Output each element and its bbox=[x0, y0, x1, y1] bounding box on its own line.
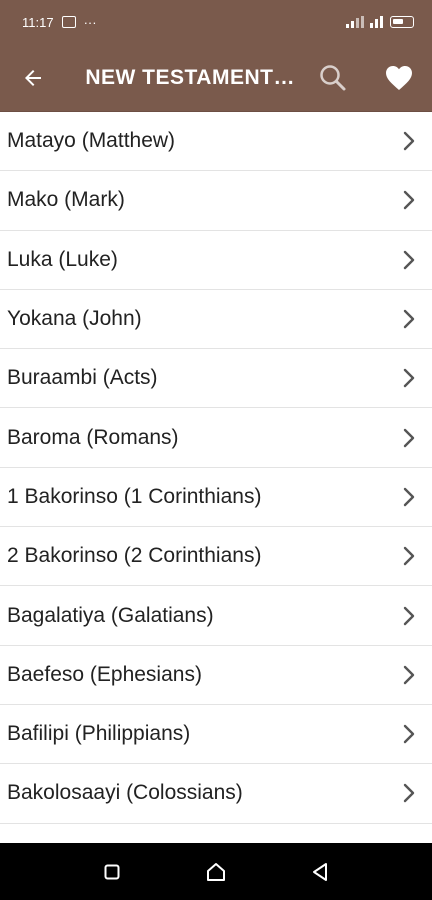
book-row-2-corinthians[interactable]: 2 Bakorinso (2 Corinthians) bbox=[0, 527, 432, 587]
app-bar: NEW TESTAMENT BOOKS bbox=[0, 44, 432, 111]
chevron-right-icon bbox=[398, 605, 420, 627]
book-row-colossians[interactable]: Bakolosaayi (Colossians) bbox=[0, 764, 432, 824]
status-right bbox=[346, 16, 414, 28]
home-icon bbox=[207, 862, 225, 881]
chevron-right-icon bbox=[398, 427, 420, 449]
favorites-button[interactable] bbox=[366, 44, 432, 111]
system-nav-bar bbox=[0, 843, 432, 900]
chevron-right-icon bbox=[398, 130, 420, 152]
book-row-philippians[interactable]: Bafilipi (Philippians) bbox=[0, 705, 432, 765]
signal-icon bbox=[346, 16, 364, 28]
wifi-signal-icon bbox=[370, 16, 383, 28]
status-time: 11:17 bbox=[22, 14, 54, 30]
book-row-acts[interactable]: Buraambi (Acts) bbox=[0, 349, 432, 409]
book-label: Baefeso (Ephesians) bbox=[7, 662, 202, 686]
book-label: Buraambi (Acts) bbox=[7, 366, 158, 390]
book-row-luke[interactable]: Luka (Luke) bbox=[0, 231, 432, 290]
chevron-right-icon bbox=[398, 545, 420, 567]
book-row-ephesians[interactable]: Baefeso (Ephesians) bbox=[0, 646, 432, 705]
recents-button[interactable] bbox=[92, 852, 132, 892]
back-button[interactable] bbox=[0, 44, 66, 111]
triangle-back-icon bbox=[313, 862, 327, 881]
status-left: 11:17 ··· bbox=[22, 15, 97, 30]
book-row-1-corinthians[interactable]: 1 Bakorinso (1 Corinthians) bbox=[0, 468, 432, 528]
chevron-right-icon bbox=[398, 308, 420, 330]
book-row-john[interactable]: Yokana (John) bbox=[0, 290, 432, 350]
book-label: Yokana (John) bbox=[7, 307, 142, 331]
chevron-right-icon bbox=[398, 367, 420, 389]
book-label: 2 Bakorinso (2 Corinthians) bbox=[7, 544, 262, 568]
app-bar-actions bbox=[300, 44, 432, 111]
more-notifications-icon: ··· bbox=[83, 14, 97, 30]
gallery-notification-icon bbox=[61, 16, 76, 28]
book-label: Bagalatiya (Galatians) bbox=[7, 603, 214, 627]
book-row-partial[interactable] bbox=[0, 824, 432, 843]
chevron-right-icon bbox=[398, 723, 420, 745]
book-row-galatians[interactable]: Bagalatiya (Galatians) bbox=[0, 586, 432, 646]
chevron-right-icon bbox=[398, 782, 420, 804]
back-nav-button[interactable] bbox=[300, 852, 340, 892]
heart-icon bbox=[386, 65, 412, 90]
book-label: Baroma (Romans) bbox=[7, 425, 179, 449]
chevron-right-icon bbox=[398, 664, 420, 686]
chevron-right-icon bbox=[398, 249, 420, 271]
page-title: NEW TESTAMENT BOOKS bbox=[85, 65, 300, 89]
book-row-romans[interactable]: Baroma (Romans) bbox=[0, 408, 432, 468]
chevron-right-icon bbox=[398, 189, 420, 211]
search-icon bbox=[320, 64, 346, 90]
book-label: Matayo (Matthew) bbox=[7, 129, 176, 153]
book-label: 1 Bakorinso (1 Corinthians) bbox=[7, 484, 262, 508]
book-list: Matayo (Matthew) Mako (Mark) Luka (Luke)… bbox=[0, 111, 432, 843]
back-arrow-icon bbox=[25, 69, 42, 86]
home-button[interactable] bbox=[196, 852, 236, 892]
search-button[interactable] bbox=[300, 44, 366, 111]
book-label: Luka (Luke) bbox=[7, 247, 118, 271]
battery-icon bbox=[390, 16, 414, 28]
square-recents-icon bbox=[104, 864, 120, 879]
book-label: Bakolosaayi (Colossians) bbox=[7, 781, 243, 805]
book-row-mark[interactable]: Mako (Mark) bbox=[0, 171, 432, 231]
book-row-matthew[interactable]: Matayo (Matthew) bbox=[0, 112, 432, 172]
chevron-right-icon bbox=[398, 486, 420, 508]
book-label: Mako (Mark) bbox=[7, 188, 125, 212]
book-label: Bafilipi (Philippians) bbox=[7, 722, 191, 746]
status-bar: 11:17 ··· bbox=[0, 0, 432, 44]
